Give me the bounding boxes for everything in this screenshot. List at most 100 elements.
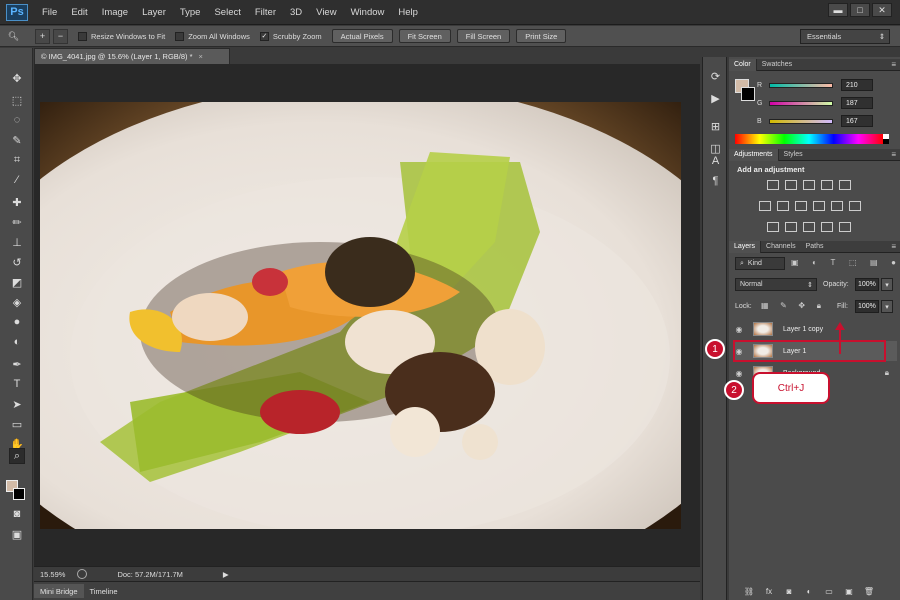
panel-menu-icon[interactable]: ≡ — [891, 150, 896, 159]
menu-file[interactable]: File — [42, 7, 57, 18]
close-tab-icon[interactable]: × — [199, 52, 203, 61]
opacity-dropdown-icon[interactable]: ▾ — [881, 278, 893, 291]
smart-object-filter-icon[interactable]: ▤ — [870, 258, 878, 269]
move-tool-icon[interactable]: ✥ — [9, 70, 25, 86]
lasso-tool-icon[interactable]: ◌ — [9, 112, 25, 128]
color-balance-icon[interactable] — [777, 201, 789, 211]
history-panel-icon[interactable]: ⟳ — [708, 69, 723, 84]
new-layer-icon[interactable]: ▣ — [843, 585, 855, 597]
menu-view[interactable]: View — [316, 7, 336, 18]
workspace-select[interactable]: Essentials ⇕ — [800, 29, 890, 44]
character-panel-icon[interactable]: A — [708, 153, 723, 168]
tab-adjustments[interactable]: Adjustments — [729, 148, 779, 161]
kind-filter-select[interactable]: ⌕ Kind — [735, 257, 785, 270]
lock-all-icon[interactable]: 🔒︎ — [817, 301, 821, 311]
quick-select-tool-icon[interactable]: ✎ — [9, 132, 25, 148]
black-swatch[interactable] — [883, 139, 889, 144]
color-lookup-icon[interactable] — [849, 201, 861, 211]
fill-dropdown-icon[interactable]: ▾ — [881, 300, 893, 313]
filter-toggle-icon[interactable]: ● — [891, 258, 896, 269]
brush-tool-icon[interactable]: ✏ — [9, 214, 25, 230]
fill-screen-button[interactable]: Fill Screen — [456, 29, 511, 43]
posterize-icon[interactable] — [785, 222, 797, 232]
actions-panel-icon[interactable]: ▶ — [708, 91, 723, 106]
opacity-input[interactable]: 100% — [855, 278, 879, 291]
path-select-tool-icon[interactable]: ➤ — [9, 396, 25, 412]
gradient-map-icon[interactable] — [839, 222, 851, 232]
maximize-button[interactable]: □ — [850, 3, 870, 17]
shape-filter-icon[interactable]: ⬚ — [849, 258, 857, 269]
panel-menu-icon[interactable]: ≡ — [891, 60, 896, 69]
photo-filter-icon[interactable] — [813, 201, 825, 211]
tab-mini-bridge[interactable]: Mini Bridge — [34, 584, 84, 598]
document-canvas-image[interactable] — [40, 102, 681, 529]
zoom-all-checkbox[interactable] — [175, 31, 185, 41]
healing-brush-tool-icon[interactable]: ✚ — [9, 194, 25, 210]
fit-screen-button[interactable]: Fit Screen — [398, 29, 451, 43]
layer-style-fx-icon[interactable]: fx — [763, 585, 775, 597]
menu-type[interactable]: Type — [180, 7, 201, 18]
blend-mode-select[interactable]: Normal ⇕ — [735, 278, 817, 291]
pixel-filter-icon[interactable]: ▣ — [791, 258, 799, 269]
type-filter-icon[interactable]: T — [831, 258, 836, 269]
tab-timeline[interactable]: Timeline — [84, 584, 124, 598]
resize-windows-checkbox[interactable] — [78, 31, 87, 41]
eraser-tool-icon[interactable]: ◩ — [9, 274, 25, 290]
paragraph-panel-icon[interactable]: ¶ — [708, 173, 723, 188]
link-layers-icon[interactable]: ⛓ — [743, 585, 755, 597]
levels-icon[interactable] — [785, 180, 797, 190]
play-arrow-icon[interactable]: ▶ — [223, 570, 229, 579]
lock-transparent-icon[interactable]: ▦ — [761, 301, 769, 311]
menu-3d[interactable]: 3D — [290, 7, 302, 18]
invert-icon[interactable] — [767, 222, 779, 232]
red-value[interactable]: 210 — [841, 79, 873, 91]
menu-edit[interactable]: Edit — [71, 7, 87, 18]
red-slider[interactable] — [769, 82, 833, 88]
menu-select[interactable]: Select — [214, 7, 240, 18]
background-color-swatch[interactable] — [13, 488, 25, 500]
zoom-out-icon[interactable]: − — [53, 28, 68, 44]
minimize-button[interactable]: ▬ — [828, 3, 848, 17]
crop-tool-icon[interactable]: ⌗ — [9, 152, 25, 168]
tab-color[interactable]: Color — [729, 58, 757, 71]
tab-channels[interactable]: Channels — [761, 241, 801, 253]
clone-stamp-tool-icon[interactable]: ⊥ — [9, 234, 25, 250]
menu-layer[interactable]: Layer — [142, 7, 166, 18]
new-adjustment-layer-icon[interactable]: ◐ — [803, 585, 815, 597]
status-info-icon[interactable] — [77, 569, 88, 579]
menu-window[interactable]: Window — [351, 7, 385, 18]
document-tab[interactable]: © IMG_4041.jpg @ 15.6% (Layer 1, RGB/8) … — [34, 48, 230, 64]
vibrance-icon[interactable] — [839, 180, 851, 190]
quick-mask-icon[interactable]: ◙ — [9, 506, 25, 522]
selective-color-icon[interactable] — [821, 222, 833, 232]
menu-help[interactable]: Help — [398, 7, 418, 18]
tab-styles[interactable]: Styles — [779, 149, 808, 161]
visibility-eye-icon[interactable]: ◉ — [733, 369, 745, 378]
type-tool-icon[interactable]: T — [9, 376, 25, 392]
brightness-contrast-icon[interactable] — [767, 180, 779, 190]
zoom-in-icon[interactable]: + — [35, 28, 50, 44]
shape-tool-icon[interactable]: ▭ — [9, 416, 25, 432]
marquee-tool-icon[interactable]: ⬚ — [9, 92, 25, 108]
curves-icon[interactable] — [803, 180, 815, 190]
menu-image[interactable]: Image — [102, 7, 128, 18]
threshold-icon[interactable] — [803, 222, 815, 232]
delete-layer-icon[interactable]: 🗑︎ — [863, 585, 875, 597]
channel-mixer-icon[interactable] — [831, 201, 843, 211]
close-button[interactable]: ✕ — [872, 3, 892, 17]
fill-input[interactable]: 100% — [855, 300, 879, 313]
lock-icon[interactable]: 🔒︎ — [885, 368, 889, 378]
hue-saturation-icon[interactable] — [759, 201, 771, 211]
history-brush-tool-icon[interactable]: ↺ — [9, 254, 25, 270]
tab-layers[interactable]: Layers — [729, 240, 762, 253]
exposure-icon[interactable] — [821, 180, 833, 190]
lock-position-icon[interactable]: ✥ — [798, 301, 805, 311]
eyedropper-tool-icon[interactable]: ⁄ — [9, 172, 25, 188]
color-background-swatch[interactable] — [741, 87, 755, 101]
tab-swatches[interactable]: Swatches — [757, 59, 797, 71]
green-slider[interactable] — [769, 100, 833, 106]
panel-menu-icon[interactable]: ≡ — [891, 242, 896, 251]
pen-tool-icon[interactable]: ✒ — [9, 356, 25, 372]
tab-paths[interactable]: Paths — [801, 241, 829, 253]
blue-slider[interactable] — [769, 118, 833, 124]
